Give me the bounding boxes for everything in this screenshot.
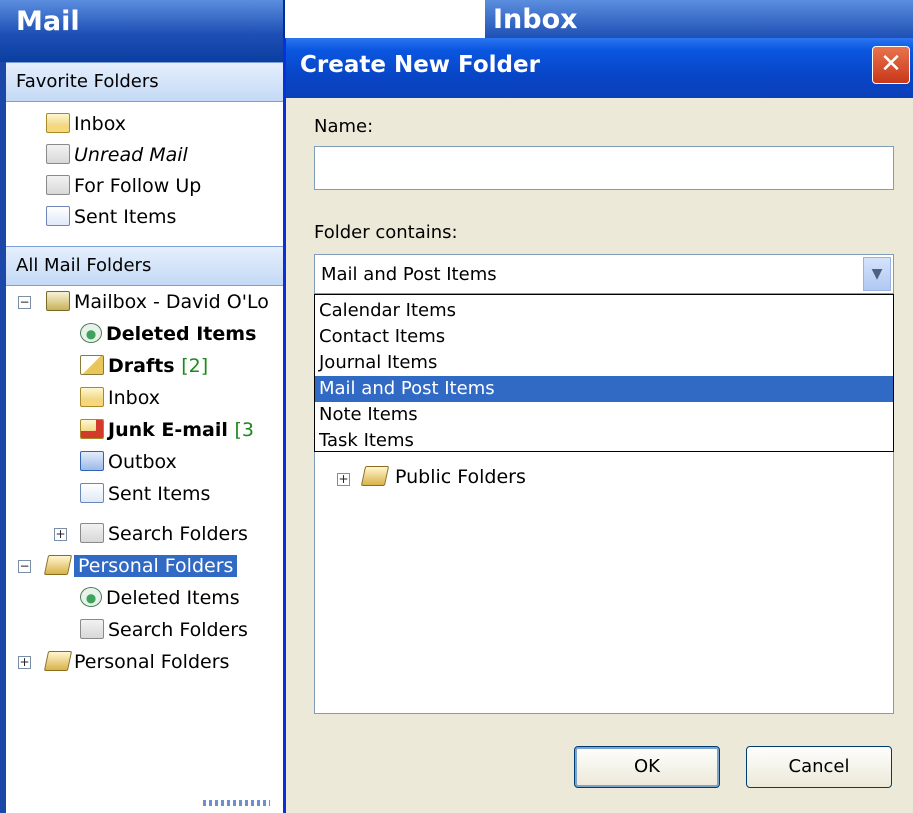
sent-items-label: Sent Items bbox=[108, 483, 211, 505]
tree-public-folders[interactable]: Public Folders bbox=[360, 466, 526, 488]
folder-contains-dropdown[interactable]: Calendar Items Contact Items Journal Ite… bbox=[314, 294, 894, 452]
tree-inbox[interactable]: Inbox bbox=[80, 384, 160, 412]
tree-search-folders[interactable]: Search Folders bbox=[80, 520, 248, 548]
junk-email-label: Junk E-mail bbox=[108, 419, 228, 441]
all-mail-folders-header[interactable]: All Mail Folders bbox=[6, 246, 283, 286]
nav-border bbox=[0, 62, 6, 813]
personal-search-label: Search Folders bbox=[108, 619, 248, 641]
name-label: Name: bbox=[314, 116, 374, 137]
public-folders-label: Public Folders bbox=[395, 466, 526, 488]
personal-folders-icon bbox=[43, 651, 73, 671]
inbox-header: Inbox bbox=[485, 0, 913, 38]
tree-outbox[interactable]: Outbox bbox=[80, 448, 177, 476]
close-icon[interactable]: ✕ bbox=[872, 46, 910, 84]
favorite-follow-up-label: For Follow Up bbox=[74, 175, 202, 197]
deleted-items-label: Deleted Items bbox=[106, 323, 257, 345]
create-new-folder-dialog: Create New Folder ✕ Name: Folder contain… bbox=[283, 38, 913, 813]
favorite-unread-label: Unread Mail bbox=[74, 144, 188, 166]
expand-personal-folders-icon[interactable]: + bbox=[18, 656, 31, 669]
mailbox-icon bbox=[46, 291, 70, 311]
search-folder-icon bbox=[80, 523, 104, 543]
tree-personal-folders-2[interactable]: Personal Folders bbox=[43, 648, 230, 676]
deleted-items-icon bbox=[80, 323, 102, 343]
inbox-label: Inbox bbox=[108, 387, 160, 409]
favorite-folders-header[interactable]: Favorite Folders bbox=[6, 62, 283, 102]
personal-folders-label: Personal Folders bbox=[74, 555, 238, 577]
dialog-titlebar[interactable]: Create New Folder ✕ bbox=[286, 38, 913, 98]
drafts-label: Drafts bbox=[108, 355, 175, 377]
chevron-down-icon[interactable]: ▼ bbox=[863, 257, 891, 291]
search-folders-label: Search Folders bbox=[108, 523, 248, 545]
nav-header: Mail bbox=[0, 0, 283, 63]
tree-sent-items[interactable]: Sent Items bbox=[80, 480, 210, 508]
option-journal-items[interactable]: Journal Items bbox=[315, 350, 893, 376]
option-task-items[interactable]: Task Items bbox=[315, 428, 893, 454]
personal-folders-icon bbox=[43, 555, 73, 575]
option-mail-and-post-items[interactable]: Mail and Post Items bbox=[315, 376, 893, 402]
personal-folders-2-label: Personal Folders bbox=[74, 651, 230, 673]
ok-button[interactable]: OK bbox=[574, 746, 720, 788]
resize-grip[interactable] bbox=[200, 800, 270, 806]
folder-contains-value: Mail and Post Items bbox=[321, 264, 497, 285]
folder-contains-select[interactable]: Mail and Post Items ▼ bbox=[314, 254, 894, 294]
deleted-items-icon bbox=[80, 587, 102, 607]
inbox-header-label: Inbox bbox=[493, 4, 578, 35]
tree-drafts[interactable]: Drafts [2] bbox=[80, 352, 208, 380]
folder-name-input[interactable] bbox=[314, 146, 894, 190]
sent-items-icon bbox=[80, 483, 104, 503]
outbox-label: Outbox bbox=[108, 451, 177, 473]
favorite-folders-label: Favorite Folders bbox=[16, 71, 159, 92]
favorite-inbox-label: Inbox bbox=[74, 113, 126, 135]
favorite-sent-label: Sent Items bbox=[74, 206, 177, 228]
option-contact-items[interactable]: Contact Items bbox=[315, 324, 893, 350]
expand-public-folders-icon[interactable]: + bbox=[337, 473, 350, 486]
collapse-personal-folders-icon[interactable]: − bbox=[18, 560, 31, 573]
option-calendar-items[interactable]: Calendar Items bbox=[315, 298, 893, 324]
tree-junk-email[interactable]: Junk E-mail [3 bbox=[80, 416, 254, 444]
drafts-count: [2] bbox=[181, 355, 209, 377]
collapse-mailbox-icon[interactable]: − bbox=[18, 296, 31, 309]
folder-contains-label: Folder contains: bbox=[314, 222, 458, 243]
dialog-title: Create New Folder bbox=[300, 52, 540, 78]
tree-personal-deleted-items[interactable]: Deleted Items bbox=[80, 584, 240, 612]
expand-search-folders-icon[interactable]: + bbox=[54, 528, 67, 541]
folder-location-tree[interactable]: + Public Folders bbox=[314, 452, 894, 714]
inbox-icon bbox=[80, 387, 104, 407]
tree-personal-folders-selected[interactable]: Personal Folders bbox=[43, 552, 238, 580]
all-mail-folders-label: All Mail Folders bbox=[16, 255, 152, 276]
tree-deleted-items[interactable]: Deleted Items bbox=[80, 320, 256, 348]
tree-personal-search-folders[interactable]: Search Folders bbox=[80, 616, 248, 644]
junk-email-icon bbox=[80, 419, 104, 439]
favorite-inbox[interactable]: Inbox bbox=[46, 110, 126, 138]
sent-items-icon bbox=[46, 206, 70, 226]
search-folder-icon bbox=[46, 175, 70, 195]
favorite-sent-items[interactable]: Sent Items bbox=[46, 203, 176, 231]
navigation-pane: Mail Favorite Folders Inbox Unread Mail … bbox=[0, 0, 285, 813]
outbox-icon bbox=[80, 451, 104, 471]
cancel-button[interactable]: Cancel bbox=[746, 746, 892, 788]
search-folder-icon bbox=[46, 144, 70, 164]
nav-title: Mail bbox=[16, 6, 80, 37]
inbox-icon bbox=[46, 113, 70, 133]
junk-count: [3 bbox=[234, 419, 255, 441]
favorite-unread-mail[interactable]: Unread Mail bbox=[46, 141, 188, 169]
drafts-icon bbox=[80, 355, 104, 375]
tree-mailbox[interactable]: Mailbox - David O'Lo bbox=[46, 288, 269, 316]
mailbox-label: Mailbox - David O'Lo bbox=[74, 291, 269, 313]
public-folders-icon bbox=[360, 466, 390, 486]
personal-deleted-label: Deleted Items bbox=[106, 587, 240, 609]
favorite-for-follow-up[interactable]: For Follow Up bbox=[46, 172, 201, 200]
option-note-items[interactable]: Note Items bbox=[315, 402, 893, 428]
search-folder-icon bbox=[80, 619, 104, 639]
